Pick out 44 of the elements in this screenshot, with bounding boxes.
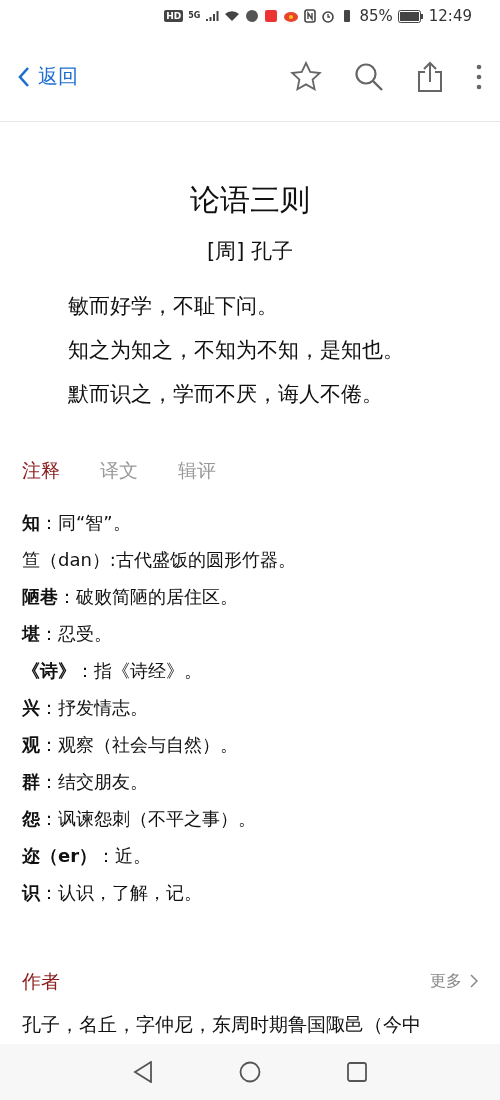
more-link[interactable]: 更多 <box>430 970 478 992</box>
star-icon[interactable] <box>290 60 322 93</box>
note-text: 观：观察（社会与自然）。 <box>22 733 239 757</box>
app-icon <box>283 9 300 23</box>
back-icon <box>18 65 30 88</box>
home-icon[interactable] <box>239 1061 261 1083</box>
chevron-right-icon <box>470 974 478 988</box>
note-text: 兴：抒发情志。 <box>22 696 149 720</box>
author-bio: 孔子，名丘，字仲尼，东周时期鲁国陬邑（今中 <box>22 1012 422 1037</box>
recents-icon[interactable] <box>347 1062 367 1082</box>
note-text: 知：同“智”。 <box>22 511 132 535</box>
tab[interactable]: 注释 <box>22 456 60 484</box>
hd-badge: HD <box>164 10 184 22</box>
note-text: 迩（er）：近。 <box>22 844 153 868</box>
battery-percent: 85% <box>359 7 393 25</box>
poem-line: 默而识之，学而不厌，诲人不倦。 <box>68 381 384 408</box>
search-icon[interactable] <box>354 61 384 92</box>
signal-icon <box>205 10 220 22</box>
note-text: 笪（dan）:古代盛饭的圆形竹器。 <box>22 548 297 572</box>
note-text: 怨：讽谏怨刺（不平之事）。 <box>22 807 257 831</box>
section-heading: 作者 <box>22 969 60 994</box>
wifi-icon <box>224 10 241 22</box>
battery-icon <box>397 9 424 23</box>
network-label: 5G <box>188 12 201 20</box>
tab[interactable]: 译文 <box>100 456 138 484</box>
poem-author: [周] 孔子 <box>205 238 295 265</box>
note-text: 识：认识，了解，记。 <box>22 881 203 905</box>
note-text: 群：结交朋友。 <box>22 770 149 794</box>
note-text: 陋巷：破败简陋的居住区。 <box>22 585 239 609</box>
tab[interactable]: 辑评 <box>178 456 216 484</box>
poem-line: 敏而好学，不耻下问。 <box>68 293 279 320</box>
note-text: 堪：忍受。 <box>22 622 113 646</box>
app-icon <box>264 9 279 23</box>
more-icon[interactable] <box>476 63 482 90</box>
alarm-icon <box>321 9 336 23</box>
poem-title: 论语三则 <box>189 181 311 219</box>
app-icon <box>245 9 260 23</box>
note-text: 《诗》：指《诗经》。 <box>22 659 203 683</box>
clock: 12:49 <box>428 7 472 25</box>
back-icon[interactable] <box>133 1061 153 1083</box>
back-button[interactable]: 返回 <box>18 63 78 90</box>
nfc-icon <box>304 9 317 23</box>
poem-line: 知之为知之，不知为不知，是知也。 <box>68 337 405 364</box>
share-icon[interactable] <box>416 60 444 93</box>
